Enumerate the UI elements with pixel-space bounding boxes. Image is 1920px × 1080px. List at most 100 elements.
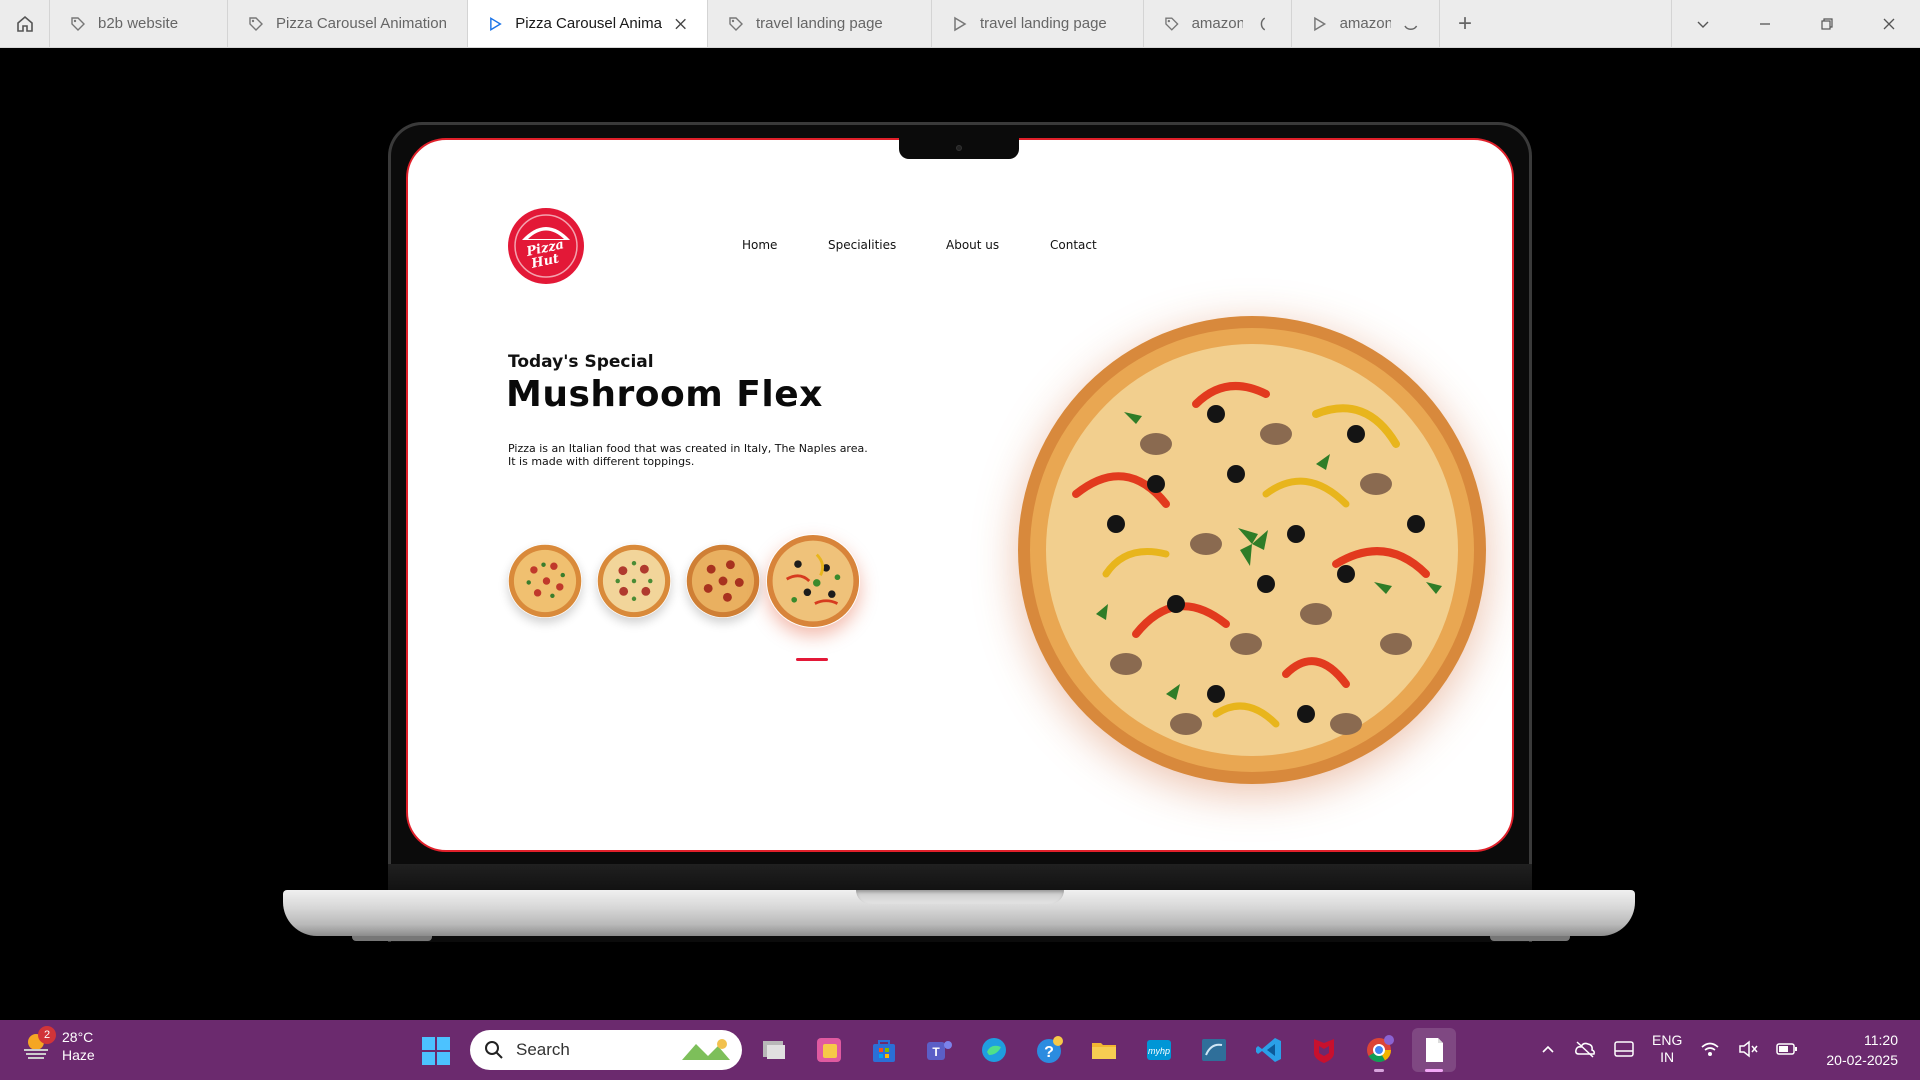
language-line2: IN [1660, 1049, 1675, 1065]
browser-tab-bar: b2b website Pizza Carousel Animation Piz… [0, 0, 1920, 48]
hero-heading: Mushroom Flex [506, 374, 823, 415]
tab-b2b-website[interactable]: b2b website [50, 0, 228, 47]
running-indicator [1374, 1069, 1384, 1072]
weather-widget[interactable]: 2 28°C Haze [20, 1026, 95, 1064]
carousel-thumb-2[interactable] [597, 544, 671, 618]
taskbar-clock[interactable]: 11:20 20-02-2025 [1826, 1030, 1898, 1070]
close-window-button[interactable] [1858, 0, 1920, 47]
pizza-image [686, 544, 760, 618]
tab-bar-spacer [1490, 0, 1672, 47]
play-icon [1314, 16, 1327, 31]
tag-icon [729, 16, 743, 31]
clock-date: 20-02-2025 [1826, 1052, 1898, 1068]
close-icon [1883, 18, 1895, 29]
new-tab-button[interactable]: + [1440, 0, 1490, 47]
teams-icon: T [927, 1041, 952, 1060]
laptop-notch [899, 137, 1019, 159]
tab-travel-landing-2[interactable]: travel landing page [932, 0, 1144, 47]
chrome-app[interactable] [1357, 1028, 1401, 1072]
page-viewport: Pizza Hut Home Specialities About us Con… [0, 48, 1920, 1020]
cloud-off-icon[interactable] [1574, 1040, 1596, 1058]
carousel-thumb-4-active[interactable] [766, 534, 860, 628]
store-app[interactable] [862, 1028, 906, 1072]
carousel-thumb-1[interactable] [508, 544, 582, 618]
myhp-app[interactable]: myhp [1137, 1028, 1181, 1072]
tab-travel-landing[interactable]: travel landing page [708, 0, 932, 47]
hero-description: Pizza is an Italian food that was create… [508, 442, 868, 468]
start-button[interactable] [421, 1036, 451, 1071]
site-nav: Home Specialities About us Contact [742, 238, 1097, 252]
tab-list-button[interactable] [1672, 0, 1734, 47]
tab-pizza-carousel[interactable]: Pizza Carousel Animation [228, 0, 468, 47]
teams-app[interactable]: T [917, 1028, 961, 1072]
play-icon [490, 16, 502, 31]
laptop-base-notch [856, 890, 1064, 904]
svg-text:myhp: myhp [1148, 1046, 1170, 1056]
search-highlight-icon [682, 1039, 730, 1060]
minimize-button[interactable] [1734, 0, 1796, 47]
mcafee-app[interactable] [1302, 1028, 1346, 1072]
task-view-icon [763, 1041, 785, 1059]
nav-home[interactable]: Home [742, 238, 828, 252]
tab-amazon-2[interactable]: amazon [1292, 0, 1440, 47]
restore-button[interactable] [1796, 0, 1858, 47]
minimize-icon [1760, 22, 1770, 25]
document-icon [1426, 1038, 1443, 1062]
chevron-up-icon[interactable] [1540, 1041, 1556, 1057]
edge-icon [982, 1038, 1006, 1062]
tab-pizza-carousel-active[interactable]: Pizza Carousel Animati [468, 0, 708, 47]
close-tab-icon[interactable] [674, 17, 687, 31]
weather-badge: 2 [38, 1026, 56, 1044]
help-icon: ? [1037, 1036, 1063, 1063]
vscode-app[interactable] [1247, 1028, 1291, 1072]
language-indicator[interactable]: ENG IN [1652, 1032, 1682, 1066]
carousel-thumb-3[interactable] [686, 544, 760, 618]
clock-time: 11:20 [1864, 1032, 1898, 1048]
folder-icon [1092, 1043, 1116, 1059]
camera-icon [956, 145, 962, 151]
tablet-mode-icon[interactable] [1614, 1040, 1634, 1058]
tab-amazon[interactable]: amazon [1144, 0, 1292, 47]
mcafee-icon [1314, 1039, 1334, 1063]
photos-app[interactable] [807, 1028, 851, 1072]
tag-icon [1165, 16, 1179, 31]
pizza-image [766, 534, 860, 628]
hero-pizza-image [1016, 314, 1488, 786]
myhp-icon: myhp [1147, 1040, 1171, 1060]
search-icon [485, 1041, 503, 1059]
notepad-app[interactable] [1412, 1028, 1456, 1072]
laptop-screen: Pizza Hut Home Specialities About us Con… [406, 138, 1514, 852]
battery-icon[interactable] [1776, 1042, 1798, 1056]
pizza-image [597, 544, 671, 618]
nav-specialities[interactable]: Specialities [828, 238, 946, 252]
pizza-image [1018, 316, 1486, 784]
volume-muted-icon[interactable] [1738, 1040, 1758, 1058]
sql-icon [1202, 1039, 1226, 1061]
svg-text:?: ? [1044, 1044, 1054, 1061]
tab-label: travel landing page [756, 15, 883, 32]
edge-app[interactable] [972, 1028, 1016, 1072]
nav-contact[interactable]: Contact [1050, 238, 1097, 252]
pizza-hut-logo-icon: Pizza Hut [510, 210, 582, 282]
chevron-down-icon [1697, 21, 1709, 28]
file-explorer-app[interactable] [752, 1028, 796, 1072]
pizza-image [508, 544, 582, 618]
folder-app[interactable] [1082, 1028, 1126, 1072]
weather-temp: 28°C [62, 1029, 94, 1045]
loading-spinner-icon [1404, 24, 1418, 30]
language-line1: ENG [1652, 1032, 1683, 1048]
sql-app[interactable] [1192, 1028, 1236, 1072]
search-placeholder: Search [516, 1040, 570, 1059]
store-icon [873, 1040, 895, 1062]
pizza-hut-logo[interactable]: Pizza Hut [508, 208, 584, 284]
tag-icon [249, 16, 263, 31]
restore-icon [1821, 17, 1833, 30]
taskbar-search[interactable]: Search [470, 1030, 742, 1070]
wifi-icon[interactable] [1700, 1040, 1720, 1058]
nav-about-us[interactable]: About us [946, 238, 1050, 252]
system-tray: ENG IN [1540, 1032, 1798, 1066]
home-button[interactable] [0, 0, 50, 47]
photos-icon [817, 1038, 841, 1062]
laptop-hinge [388, 864, 1532, 892]
help-app[interactable]: ? [1027, 1028, 1071, 1072]
